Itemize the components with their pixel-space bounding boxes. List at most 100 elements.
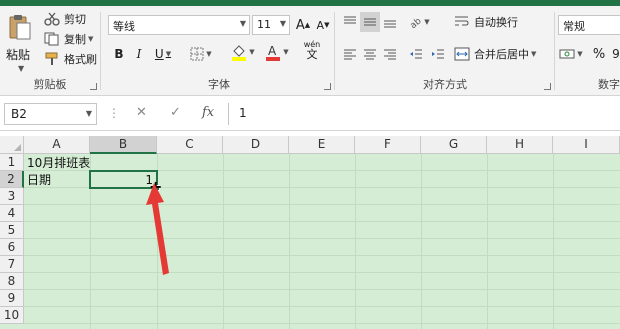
scissors-icon	[44, 12, 60, 26]
formula-bar: B2 ▼ ⋮ ✕ ✓ fx 1	[0, 97, 620, 131]
bold-button[interactable]: B	[110, 44, 128, 64]
phonetic-guide-button[interactable]: wén 文	[300, 40, 324, 60]
row-header-4[interactable]: 4	[0, 205, 24, 222]
number-format-select[interactable]: 常规	[558, 15, 620, 35]
merge-center-icon	[454, 47, 470, 61]
row-header-6[interactable]: 6	[0, 239, 24, 256]
column-header-h[interactable]: H	[487, 136, 553, 154]
text-orientation-icon: ab	[409, 16, 423, 29]
gridline	[24, 238, 620, 239]
font-size-select[interactable]: 11 ▼	[252, 15, 290, 35]
column-header-c[interactable]: C	[157, 136, 223, 154]
formula-input[interactable]: 1	[228, 103, 620, 125]
cell-a2[interactable]: 日期	[27, 172, 51, 188]
italic-button[interactable]: I	[130, 44, 148, 64]
copy-button[interactable]: 复制 ▼	[44, 30, 93, 48]
gridline	[223, 154, 224, 329]
borders-icon	[190, 47, 204, 61]
number-format-value: 常规	[563, 20, 585, 33]
divider	[334, 12, 335, 90]
grow-font-icon: A	[295, 17, 305, 33]
fill-bucket-icon	[232, 45, 247, 61]
merge-center-button[interactable]: 合并后居中 ▼	[454, 44, 552, 64]
cut-label: 剪切	[64, 13, 86, 26]
font-name-value: 等线	[113, 20, 135, 33]
shrink-font-button[interactable]: A ▼	[314, 15, 332, 35]
formula-bar-grip-icon[interactable]: ⋮	[108, 106, 120, 120]
paste-label: 粘贴	[6, 48, 31, 62]
align-top-button[interactable]	[340, 12, 360, 32]
orientation-button[interactable]: ab ▼	[406, 12, 432, 32]
format-painter-button[interactable]: 格式刷	[44, 50, 97, 68]
align-middle-icon	[364, 18, 376, 26]
increase-indent-icon	[432, 49, 444, 59]
row-header-8[interactable]: 8	[0, 273, 24, 290]
cell-a1[interactable]: 10月排班表	[27, 155, 90, 171]
clipboard-group-label: 剪贴板	[33, 78, 67, 91]
chevron-down-icon: ▼	[279, 19, 286, 28]
column-header-e[interactable]: E	[289, 136, 355, 154]
gridline	[24, 255, 620, 256]
name-box[interactable]: B2 ▼	[4, 103, 97, 125]
font-launcher-icon[interactable]	[324, 83, 331, 90]
font-name-select[interactable]: 等线 ▼	[108, 15, 250, 35]
row-header-10[interactable]: 10	[0, 307, 24, 324]
gridline	[289, 154, 290, 329]
row-header-2[interactable]: 2	[0, 171, 24, 188]
underline-button[interactable]: U ▼	[150, 44, 176, 64]
row-header-7[interactable]: 7	[0, 256, 24, 273]
column-header-g[interactable]: G	[421, 136, 487, 154]
borders-button[interactable]: ▼	[186, 44, 216, 64]
insert-function-button[interactable]: fx	[202, 105, 214, 120]
percent-icon: %	[592, 46, 606, 62]
row-header-3[interactable]: 3	[0, 188, 24, 205]
copy-icon	[44, 32, 59, 46]
chevron-down-icon[interactable]: ▼	[86, 109, 92, 118]
annotation-arrow-icon	[146, 183, 169, 275]
align-bottom-icon	[384, 20, 396, 28]
format-painter-label: 格式刷	[64, 53, 97, 66]
align-center-button[interactable]	[360, 44, 380, 64]
align-right-button[interactable]	[380, 44, 400, 64]
column-header-d[interactable]: D	[223, 136, 289, 154]
paste-button[interactable]: 粘贴 ▼	[6, 12, 36, 73]
wrap-text-button[interactable]: 自动换行	[454, 12, 534, 32]
row-header-5[interactable]: 5	[0, 222, 24, 239]
increase-indent-button[interactable]	[428, 44, 448, 64]
alignment-launcher-icon[interactable]	[544, 83, 551, 90]
chevron-down-icon[interactable]: ▼	[88, 35, 93, 43]
underline-icon: U	[154, 47, 164, 61]
wrap-text-label: 自动换行	[474, 16, 518, 29]
decrease-indent-button[interactable]	[406, 44, 426, 64]
gridline	[553, 154, 554, 329]
chevron-down-icon[interactable]: ▼	[18, 64, 24, 73]
column-header-i[interactable]: I	[553, 136, 620, 154]
row-header-9[interactable]: 9	[0, 290, 24, 307]
comma-style-button[interactable]: 9	[610, 44, 620, 64]
svg-text:ab: ab	[409, 16, 423, 29]
enter-icon[interactable]: ✓	[170, 105, 181, 120]
font-group: 等线 ▼ 11 ▼ A ▲ A ▼ B I U ▼ ▼ ▼ A ▼ wén 文 …	[104, 6, 334, 96]
align-middle-button[interactable]	[360, 12, 380, 32]
align-left-button[interactable]	[340, 44, 360, 64]
column-header-a[interactable]: A	[24, 136, 90, 154]
merge-center-label: 合并后居中	[474, 48, 529, 61]
select-all-button[interactable]	[0, 136, 24, 154]
alignment-group-label: 对齐方式	[423, 78, 467, 91]
align-center-icon	[364, 49, 376, 60]
column-header-b[interactable]: B	[90, 136, 157, 154]
name-box-value: B2	[11, 107, 27, 121]
cut-button[interactable]: 剪切	[44, 10, 86, 28]
font-color-button[interactable]: A ▼	[262, 42, 292, 62]
worksheet-grid[interactable]: A B C D E F G H I 1 2 3 4 5 6 7 8 9 10 1…	[0, 136, 620, 329]
row-header-1[interactable]: 1	[0, 154, 24, 171]
grow-font-button[interactable]: A ▲	[294, 15, 312, 35]
column-header-f[interactable]: F	[355, 136, 421, 154]
clipboard-launcher-icon[interactable]	[90, 83, 97, 90]
align-bottom-button[interactable]	[380, 12, 400, 32]
fill-color-button[interactable]: ▼	[228, 42, 258, 62]
percent-button[interactable]: %	[590, 44, 608, 64]
accounting-format-button[interactable]: ▼	[558, 44, 584, 64]
formula-input-value: 1	[239, 106, 247, 120]
cancel-icon[interactable]: ✕	[136, 105, 147, 120]
